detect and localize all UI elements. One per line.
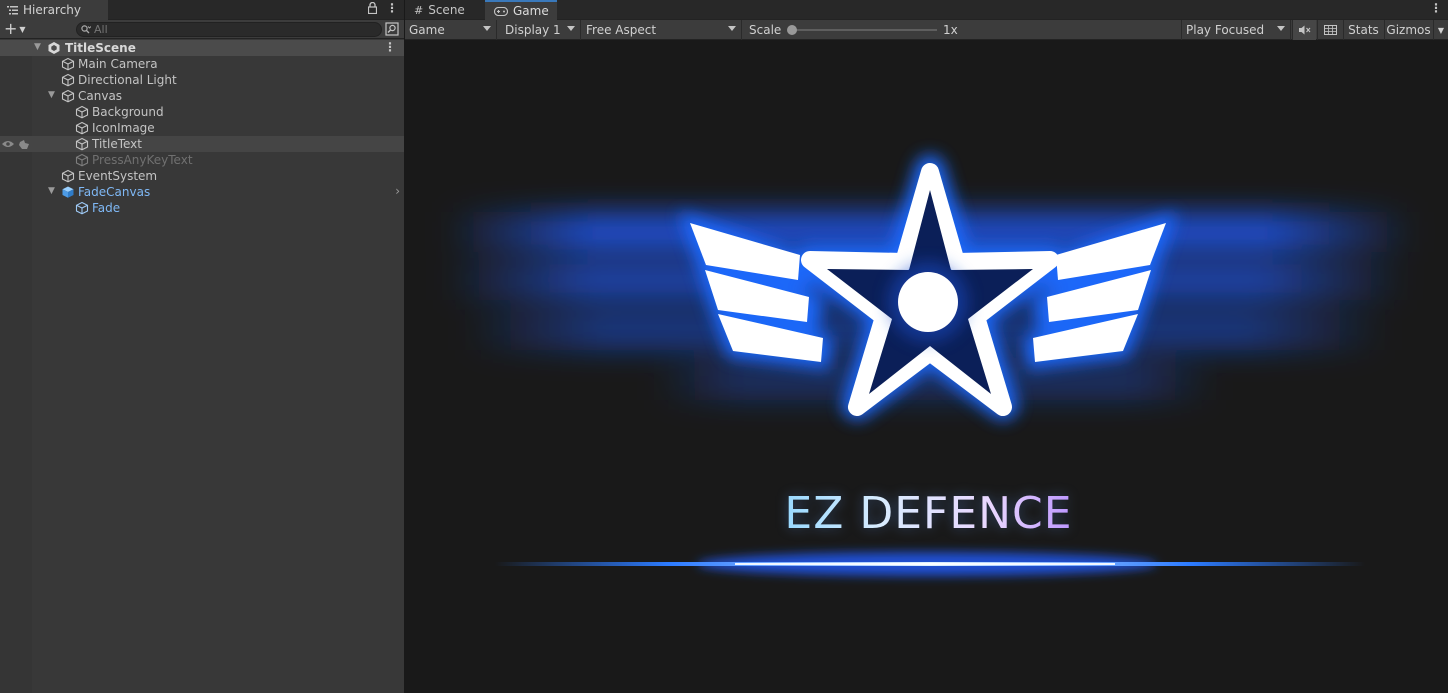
tab-game-label: Game (513, 4, 549, 18)
foldout-arrow-icon[interactable]: ▼ (48, 186, 55, 196)
create-button[interactable]: + ▼ (4, 21, 26, 37)
gameobject-cube-icon (75, 153, 89, 167)
hierarchy-item-label: IconImage (92, 121, 155, 135)
scene-menu-icon[interactable]: ⋮ (384, 40, 396, 54)
prefab-cube-icon (62, 186, 74, 198)
search-icon (81, 25, 91, 34)
game-mode-label: Game (409, 23, 445, 37)
shortcut-grid-button[interactable] (1317, 20, 1342, 40)
view-tabbar: # Scene Game ⋮ (405, 0, 1448, 20)
gameobject-cube-icon (61, 169, 75, 183)
unity-scene-icon (48, 42, 60, 54)
mute-audio-button[interactable] (1292, 20, 1316, 40)
hierarchy-item-main-camera[interactable]: Main Camera (0, 56, 404, 72)
hierarchy-item-eventsystem[interactable]: EventSystem (0, 168, 404, 184)
dropdown-arrow-icon (567, 26, 575, 31)
hierarchy-item-pressanykeytext[interactable]: PressAnyKeyText (0, 152, 404, 168)
scene-row-titlescene[interactable]: ▼ TitleScene ⋮ (0, 40, 404, 56)
hierarchy-item-label: PressAnyKeyText (92, 153, 193, 167)
gizmos-label: Gizmos (1386, 23, 1431, 37)
hierarchy-item-titletext[interactable]: TitleText (0, 136, 404, 152)
lock-icon[interactable] (368, 2, 377, 14)
game-mode-dropdown[interactable]: Game (405, 20, 497, 40)
hierarchy-item-directional-light[interactable]: Directional Light (0, 72, 404, 88)
hierarchy-item-label: Main Camera (78, 57, 158, 71)
hierarchy-item-label: Directional Light (78, 73, 177, 87)
stats-label: Stats (1348, 23, 1379, 37)
dropdown-arrow-icon (483, 26, 491, 31)
tab-scene[interactable]: # Scene (405, 0, 483, 20)
stats-button[interactable]: Stats (1343, 20, 1383, 40)
ez-defence-logo (445, 155, 1415, 576)
play-mode-dropdown[interactable]: Play Focused (1181, 20, 1291, 40)
keyboard-icon (1323, 25, 1337, 35)
foldout-arrow-icon[interactable]: ▼ (34, 42, 41, 52)
gameobject-cube-icon (61, 57, 75, 71)
tab-hierarchy[interactable]: Hierarchy (0, 0, 108, 20)
hierarchy-item-label: FadeCanvas (78, 185, 151, 199)
more-options-icon[interactable]: ⋮ (1430, 1, 1442, 15)
aspect-dropdown[interactable]: Free Aspect (582, 20, 742, 40)
search-field[interactable] (76, 22, 382, 37)
tab-hierarchy-label: Hierarchy (23, 3, 82, 17)
tab-scene-label: Scene (428, 3, 465, 17)
mute-icon (1298, 25, 1310, 35)
search-input[interactable] (94, 23, 354, 36)
hierarchy-item-label: Canvas (78, 89, 123, 103)
scale-label: Scale (749, 23, 782, 37)
chevron-down-icon: ▼ (19, 24, 26, 34)
game-panel: # Scene Game ⋮ Game Display 1 Free Aspec… (405, 0, 1448, 693)
game-title-text: EZ DEFENCE (771, 488, 1086, 539)
plus-icon: + (4, 19, 18, 38)
list-icon (7, 5, 18, 14)
hierarchy-panel: Hierarchy ⋮ + ▼ All ▼ TitleScene ⋮ Main … (0, 0, 404, 693)
hierarchy-item-label: EventSystem (78, 169, 158, 183)
scale-slider-thumb[interactable] (787, 25, 797, 35)
play-mode-label: Play Focused (1186, 23, 1265, 37)
dropdown-arrow-icon (728, 26, 736, 31)
game-toolbar: Game Display 1 Free Aspect Scale 1x Play… (405, 20, 1448, 40)
chevron-right-icon[interactable]: › (395, 184, 400, 198)
gameobject-cube-icon (75, 137, 89, 151)
hierarchy-item-fade[interactable]: Fade (0, 200, 404, 216)
gameobject-cube-icon (75, 201, 89, 215)
gameobject-cube-icon (75, 105, 89, 119)
chevron-down-icon: ▼ (1437, 25, 1445, 35)
aspect-label: Free Aspect (586, 23, 657, 37)
game-viewport[interactable]: EZ DEFENCE EZ DEFENCE (405, 40, 1448, 693)
hierarchy-item-background[interactable]: Background (0, 104, 404, 120)
gameobject-cube-icon (75, 121, 89, 135)
tab-game[interactable]: Game (485, 0, 557, 20)
scale-slider-track[interactable] (793, 29, 937, 31)
scene-search-toggle-icon[interactable] (385, 22, 399, 36)
gamepad-icon (494, 6, 508, 16)
display-label: Display 1 (505, 23, 561, 37)
scene-name: TitleScene (65, 41, 136, 55)
scale-value: 1x (943, 23, 958, 37)
gameobject-cube-icon (61, 73, 75, 87)
hierarchy-toolbar: + ▼ (0, 20, 404, 39)
grid-icon: # (414, 3, 424, 17)
hierarchy-item-label: Fade (92, 201, 121, 215)
gizmos-dropdown[interactable]: ▼ (1433, 20, 1448, 40)
hierarchy-item-fadecanvas[interactable]: ▼ FadeCanvas › (0, 184, 404, 200)
hierarchy-item-label: Background (92, 105, 164, 119)
display-dropdown[interactable]: Display 1 (501, 20, 581, 40)
hierarchy-tabbar: Hierarchy ⋮ (0, 0, 404, 20)
hierarchy-item-iconimage[interactable]: IconImage (0, 120, 404, 136)
gizmos-button[interactable]: Gizmos (1384, 20, 1432, 40)
more-options-icon[interactable]: ⋮ (386, 2, 398, 14)
hierarchy-item-canvas[interactable]: ▼ Canvas (0, 88, 404, 104)
dropdown-arrow-icon (1277, 26, 1285, 31)
hierarchy-tree: ▼ TitleScene ⋮ Main Camera Directional L… (0, 40, 404, 216)
hierarchy-item-label: TitleText (92, 137, 142, 151)
foldout-arrow-icon[interactable]: ▼ (48, 90, 55, 100)
gameobject-cube-icon (61, 89, 75, 103)
visibility-eye-icon[interactable] (1, 138, 31, 150)
